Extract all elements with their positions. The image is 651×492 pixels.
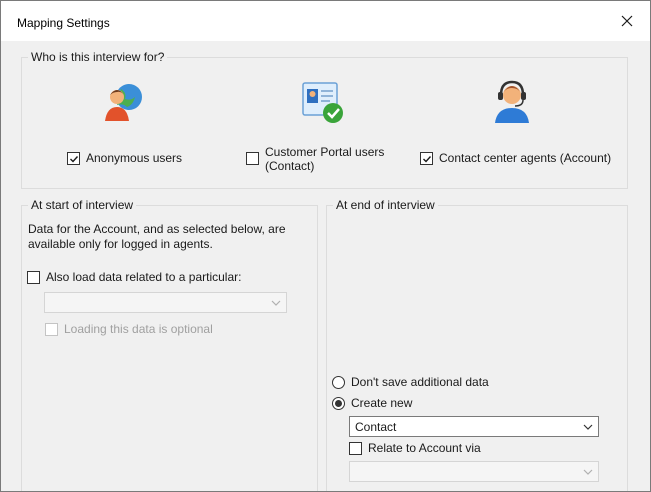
chevron-down-icon xyxy=(583,469,593,475)
dialog-content: Who is this interview for? Anonymous use… xyxy=(1,41,650,491)
close-button[interactable] xyxy=(604,1,650,41)
customer-portal-users-label-line1: Customer Portal users xyxy=(265,145,385,159)
anonymous-user-globe-icon xyxy=(94,76,154,128)
relate-to-account-label: Relate to Account via xyxy=(368,441,481,455)
also-load-data-checkbox[interactable]: Also load data related to a particular: xyxy=(27,270,241,284)
anonymous-users-label: Anonymous users xyxy=(86,151,183,165)
create-new-radio[interactable]: Create new xyxy=(332,396,412,410)
checkmark-icon xyxy=(69,155,78,163)
customer-portal-users-checkbox[interactable]: Customer Portal users (Contact) xyxy=(246,145,384,173)
close-icon xyxy=(621,15,633,27)
also-load-data-label: Also load data related to a particular: xyxy=(46,270,242,284)
audience-group-legend: Who is this interview for? xyxy=(28,50,168,65)
window-title: Mapping Settings xyxy=(17,16,110,30)
dont-save-label: Don't save additional data xyxy=(351,375,489,389)
end-of-interview-group: At end of interview Don't save additiona… xyxy=(326,198,628,491)
call-center-agent-headset-icon xyxy=(482,76,542,128)
contact-center-agents-checkbox[interactable]: Contact center agents (Account) xyxy=(420,151,611,165)
radio-dot xyxy=(335,399,342,407)
checkbox-box[interactable] xyxy=(67,152,80,165)
customer-portal-users-label: Customer Portal users (Contact) xyxy=(265,145,384,173)
checkbox-box[interactable] xyxy=(349,442,362,455)
relate-via-select[interactable] xyxy=(349,461,599,482)
create-new-select-value: Contact xyxy=(355,419,397,434)
mapping-settings-dialog: Mapping Settings Who is this interview f… xyxy=(0,0,651,492)
checkbox-box[interactable] xyxy=(27,271,40,284)
anonymous-users-checkbox[interactable]: Anonymous users xyxy=(67,151,182,165)
start-of-interview-legend: At start of interview xyxy=(28,198,137,213)
contact-center-agents-label: Contact center agents (Account) xyxy=(439,151,612,165)
loading-optional-label: Loading this data is optional xyxy=(64,322,213,336)
chevron-down-icon xyxy=(583,424,593,430)
start-of-interview-group: At start of interview Data for the Accou… xyxy=(21,198,318,491)
checkbox-box[interactable] xyxy=(420,152,433,165)
loading-optional-checkbox[interactable]: Loading this data is optional xyxy=(45,322,213,336)
checkbox-box[interactable] xyxy=(45,323,58,336)
end-of-interview-legend: At end of interview xyxy=(333,198,438,213)
create-new-select[interactable]: Contact xyxy=(349,416,599,437)
chevron-down-icon xyxy=(271,300,281,306)
customer-portal-users-label-line2: (Contact) xyxy=(265,159,315,173)
checkbox-box[interactable] xyxy=(246,152,259,165)
title-bar: Mapping Settings xyxy=(1,1,650,41)
customer-portal-contact-card-icon xyxy=(292,76,352,128)
radio-circle[interactable] xyxy=(332,375,345,389)
related-data-select[interactable] xyxy=(44,292,287,313)
start-description: Data for the Account, and as selected be… xyxy=(28,222,286,251)
checkmark-icon xyxy=(422,155,431,163)
relate-to-account-checkbox[interactable]: Relate to Account via xyxy=(349,441,481,455)
dont-save-radio[interactable]: Don't save additional data xyxy=(332,375,489,389)
radio-circle[interactable] xyxy=(332,396,345,410)
audience-group: Who is this interview for? Anonymous use… xyxy=(21,50,628,189)
create-new-label: Create new xyxy=(351,396,413,410)
